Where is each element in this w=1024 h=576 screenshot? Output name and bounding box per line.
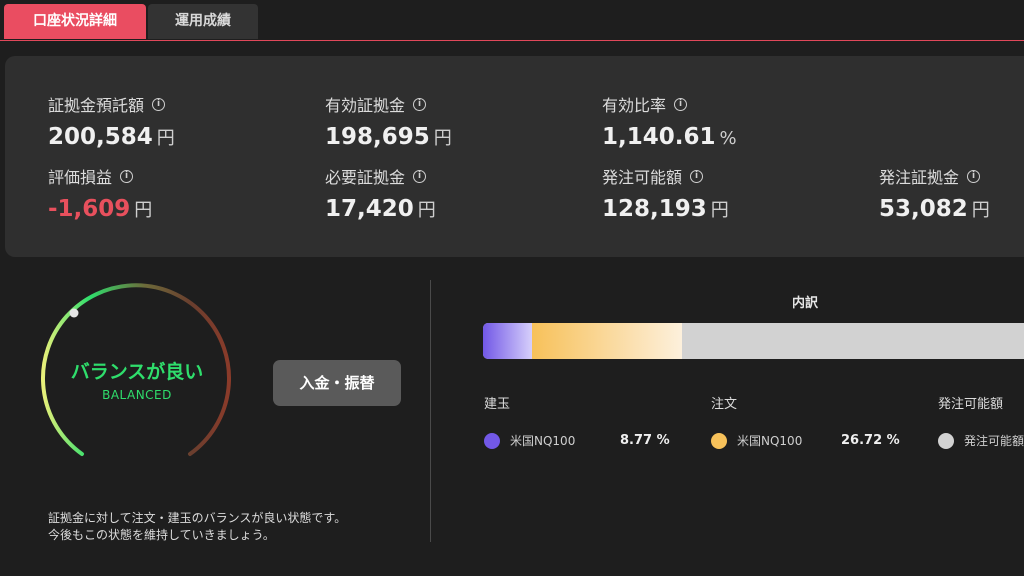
gauge-status-label: バランスが良い: [70, 361, 204, 383]
metric-label: 評価損益: [48, 168, 113, 187]
metric-unit: 円: [417, 200, 436, 221]
info-icon[interactable]: i: [152, 97, 166, 111]
metric-label: 有効比率: [602, 96, 667, 115]
legend-orderable: 発注可能額 発注可能額: [938, 393, 1024, 449]
legend-item-percent: 26.72 %: [841, 433, 900, 448]
metric-value: 17,420: [325, 196, 414, 222]
breakdown-bar: [483, 323, 1024, 359]
legend-heading: 発注可能額: [938, 397, 1004, 412]
info-icon[interactable]: i: [413, 97, 427, 111]
metric-label: 必要証拠金: [325, 168, 406, 187]
metric-unit: 円: [710, 200, 729, 221]
legend-item-label: 発注可能額: [964, 434, 1024, 448]
metric-unit: %: [719, 128, 737, 149]
balance-description: 証拠金に対して注文・建玉のバランスが良い状態です。 今後もこの状態を維持していき…: [48, 510, 346, 544]
info-icon[interactable]: i: [674, 97, 688, 111]
section-divider: [430, 280, 431, 542]
metric-unit: 円: [134, 200, 153, 221]
info-icon[interactable]: i: [690, 169, 704, 183]
description-line: 今後もこの状態を維持していきましょう。: [48, 528, 275, 542]
metric-unit: 円: [433, 128, 452, 149]
account-summary-card: 証拠金預託額 i 200,584 円 有効証拠金 i 198,695 円 有効比率 i 1…: [5, 56, 1024, 257]
legend-positions: 建玉 米国NQ100 8.77 %: [484, 393, 670, 449]
metric-label: 発注可能額: [602, 168, 683, 187]
legend-dot: [484, 432, 500, 449]
breakdown-title: 内訳: [791, 296, 818, 311]
legend-orders: 注文 米国NQ100 26.72 %: [711, 393, 900, 449]
metric-value: 53,082: [879, 196, 968, 222]
legend-dot: [938, 432, 954, 449]
bar-segment-orderable: [681, 323, 1024, 359]
gauge-status-sublabel: BALANCED: [102, 388, 172, 402]
metric-valuation-pl: 評価損益 i -1,609 円: [48, 164, 152, 222]
legend-heading: 注文: [711, 397, 738, 412]
metric-unit: 円: [156, 128, 175, 149]
legend-item-percent: 8.77 %: [620, 433, 670, 448]
metric-order-margin: 発注証拠金 i 53,082 円: [879, 164, 990, 222]
metric-label: 有効証拠金: [325, 96, 406, 115]
deposit-transfer-button[interactable]: 入金・振替: [273, 360, 401, 406]
legend-item-label: 米国NQ100: [737, 434, 803, 448]
metric-label: 証拠金預託額: [48, 96, 145, 115]
tab-performance[interactable]: 運用成績: [148, 4, 258, 39]
metric-value: 128,193: [602, 196, 707, 222]
gauge-indicator: [69, 308, 79, 318]
legend-heading: 建玉: [484, 397, 511, 412]
metric-orderable-amount: 発注可能額 i 128,193 円: [602, 164, 729, 222]
info-icon[interactable]: i: [413, 169, 427, 183]
metric-required-margin: 必要証拠金 i 17,420 円: [325, 164, 436, 222]
tab-bar: 口座状況詳細 運用成績: [0, 0, 1024, 41]
metric-value: 200,584: [48, 124, 153, 150]
description-line: 証拠金に対して注文・建玉のバランスが良い状態です。: [48, 511, 347, 525]
metric-value: -1,609: [48, 196, 131, 222]
metric-effective-margin: 有効証拠金 i 198,695 円: [325, 92, 452, 150]
tab-account-status[interactable]: 口座状況詳細: [4, 4, 146, 39]
info-icon[interactable]: i: [120, 169, 134, 183]
bar-segment-orders: [532, 323, 682, 359]
legend-item-label: 米国NQ100: [510, 434, 576, 448]
metric-value: 198,695: [325, 124, 430, 150]
metric-value: 1,140.61: [602, 124, 716, 150]
info-icon[interactable]: i: [967, 169, 981, 183]
metric-label: 発注証拠金: [879, 168, 960, 187]
metric-unit: 円: [971, 200, 990, 221]
bar-segment-positions: [483, 323, 533, 359]
metric-deposit: 証拠金預託額 i 200,584 円: [48, 92, 175, 150]
metric-effective-ratio: 有効比率 i 1,140.61%: [602, 92, 737, 150]
legend-dot: [711, 432, 727, 449]
